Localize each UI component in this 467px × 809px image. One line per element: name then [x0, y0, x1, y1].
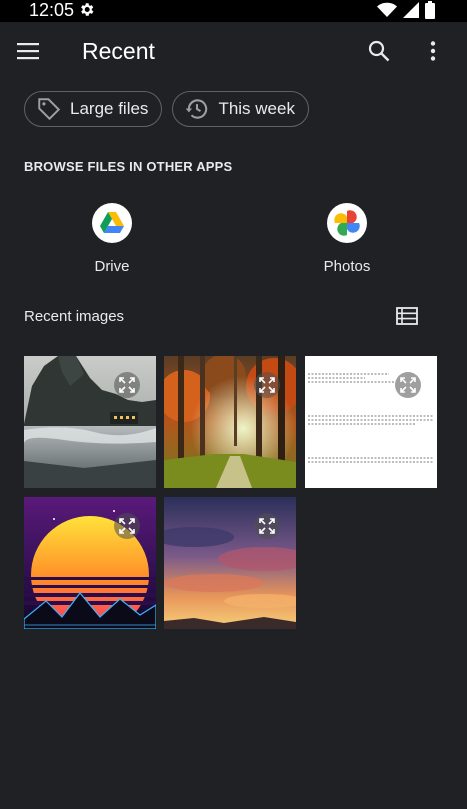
expand-icon — [259, 518, 275, 534]
expand-icon — [400, 377, 416, 393]
browse-section-title: BROWSE FILES IN OTHER APPS — [24, 159, 233, 174]
app-photos-label: Photos — [323, 258, 371, 275]
expand-button[interactable] — [114, 513, 140, 539]
filter-chips: Large files This week — [24, 91, 309, 127]
expand-button[interactable] — [114, 372, 140, 398]
photos-pinwheel-icon — [334, 210, 360, 236]
wifi-icon — [377, 2, 397, 17]
chip-this-week-label: This week — [218, 99, 295, 118]
page-title: Recent — [82, 38, 155, 64]
more-vert-icon — [430, 41, 436, 61]
menu-button[interactable] — [16, 39, 40, 63]
battery-icon — [425, 1, 435, 19]
image-thumbnail[interactable] — [164, 497, 296, 629]
image-thumbnail[interactable] — [164, 356, 296, 488]
history-icon — [186, 99, 208, 119]
photos-app-icon — [327, 203, 367, 243]
expand-icon — [119, 377, 135, 393]
search-icon — [368, 40, 390, 62]
chip-this-week[interactable]: This week — [172, 91, 309, 127]
search-button[interactable] — [367, 39, 391, 63]
more-options-button[interactable] — [421, 39, 445, 63]
image-thumbnail[interactable] — [24, 497, 156, 629]
list-view-icon — [396, 307, 418, 325]
expand-button[interactable] — [254, 372, 280, 398]
settings-gear-icon — [81, 3, 94, 16]
browse-apps: Drive Photos — [0, 198, 467, 288]
expand-button[interactable] — [395, 372, 421, 398]
hamburger-menu-icon — [17, 43, 39, 60]
image-thumbnail[interactable] — [24, 356, 156, 488]
drive-logo-icon — [100, 212, 124, 233]
expand-button[interactable] — [254, 513, 280, 539]
status-bar: 12:05 — [0, 0, 467, 22]
status-time: 12:05 — [29, 0, 75, 20]
chip-large-files-label: Large files — [70, 99, 149, 118]
app-drive[interactable]: Drive — [52, 198, 172, 275]
app-photos[interactable]: Photos — [287, 198, 407, 275]
app-bar: Recent — [0, 22, 467, 80]
expand-icon — [259, 377, 275, 393]
list-view-button[interactable] — [395, 304, 419, 328]
recent-images-title: Recent images — [24, 308, 125, 325]
tag-icon — [38, 98, 61, 121]
image-thumbnail[interactable] — [305, 356, 437, 488]
drive-app-icon — [92, 203, 132, 243]
status-icons — [377, 1, 435, 19]
app-drive-label: Drive — [94, 258, 130, 275]
expand-icon — [119, 518, 135, 534]
cell-signal-icon — [403, 2, 419, 18]
chip-large-files[interactable]: Large files — [24, 91, 163, 127]
